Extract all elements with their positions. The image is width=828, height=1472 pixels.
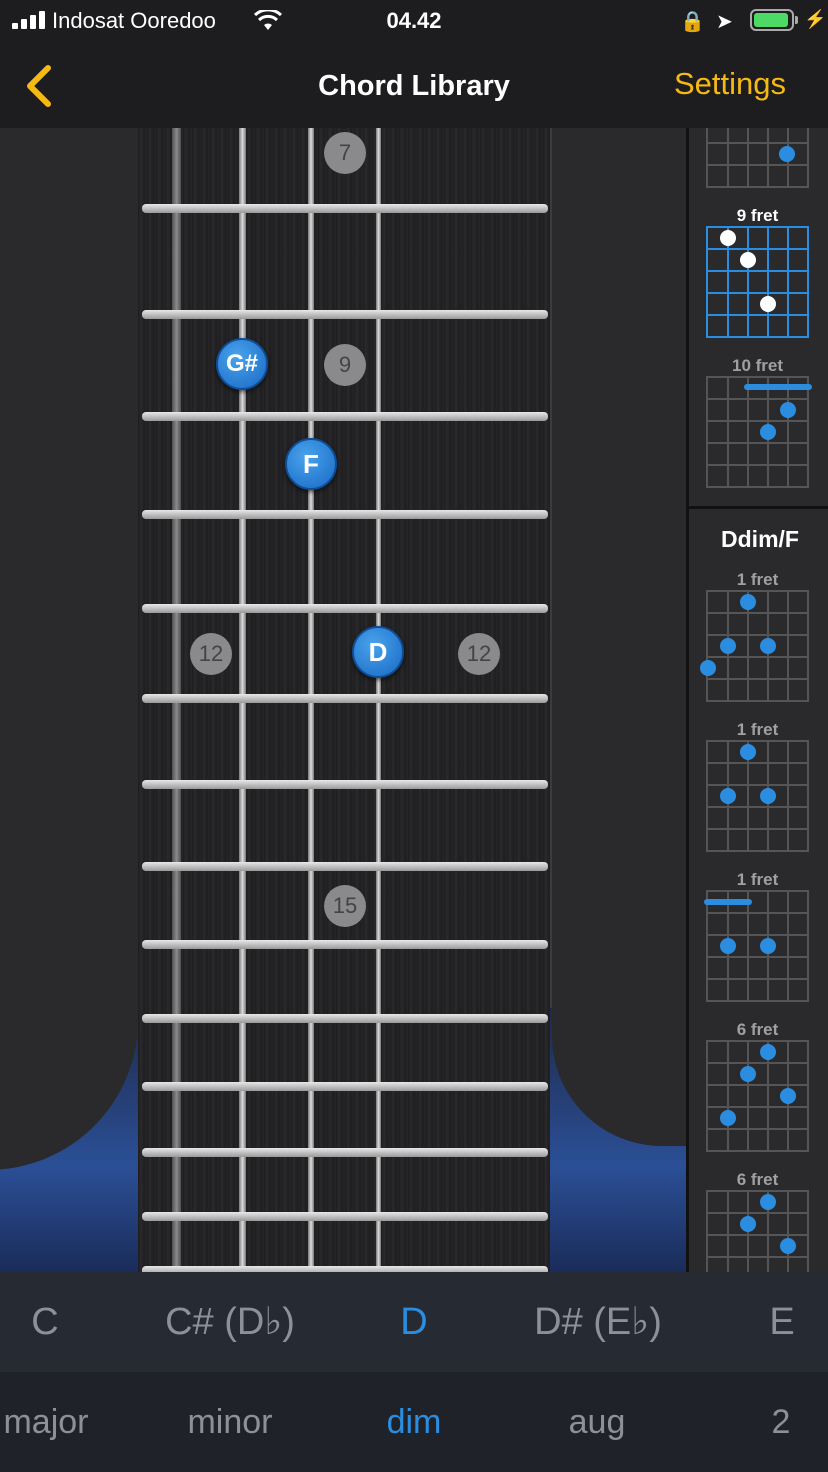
fret-wire [142,204,548,213]
diagram-fret-label: 1 fret [736,720,779,739]
fret-wire [142,1014,548,1023]
fret-wire [142,1212,548,1221]
barre-line [704,899,752,905]
key-tab-c[interactable]: C [0,1272,90,1372]
finger-dot [760,1194,776,1210]
finger-dot [780,1238,796,1254]
diagram-fret-label: 6 fret [736,1020,779,1039]
finger-dot [720,230,736,246]
note-f[interactable]: F [285,438,337,490]
chord-name: Ddim/F [721,526,799,552]
fret-wire [142,1082,548,1091]
type-tab-aug[interactable]: aug [540,1372,654,1472]
guitar-body-left [0,128,138,1170]
finger-dot [780,402,796,418]
diagram-fret-label: 10 fret [731,356,784,375]
finger-dot [760,424,776,440]
type-tab-2[interactable]: 2 [750,1372,812,1472]
type-tab-minor[interactable]: minor [160,1372,300,1472]
finger-dot [720,938,736,954]
diagram-fret-label: 9 fret [736,206,779,225]
fret-wire [142,604,548,613]
note-g-sharp[interactable]: G# [216,338,268,390]
fretboard-area: 7 9 12 12 15 G# F D [0,128,686,1272]
chord-diagram-sidebar[interactable]: 9 fret 10 fret Ddim/F 1 fret 1 fret 1 fr… [686,128,828,1272]
location-icon: ➤ [716,11,733,33]
fret-wire [142,780,548,789]
finger-dot [720,638,736,654]
fret-wire [142,1148,548,1157]
finger-dot [740,1066,756,1082]
nav-bar: Chord Library Settings [0,44,828,128]
fret-marker-12-left: 12 [190,633,232,675]
finger-dot [740,252,756,268]
fret-wire [142,862,548,871]
battery-tip [795,16,798,24]
key-tab-d[interactable]: D [364,1272,464,1372]
fret-wire [142,510,548,519]
finger-dot [740,594,756,610]
fret-wire [142,940,548,949]
chord-type-selector: major minor dim aug 2 [0,1372,828,1472]
key-selector: C C# (D♭) D D# (E♭) E [0,1272,828,1372]
finger-dot [720,1110,736,1126]
finger-dot [740,1216,756,1232]
fret-marker-15: 15 [324,885,366,927]
finger-dot [760,1044,776,1060]
type-tab-dim[interactable]: dim [354,1372,474,1472]
finger-dot [760,938,776,954]
barre-line [744,384,812,390]
finger-dot [760,788,776,804]
finger-dot [779,146,795,162]
fret-wire [142,412,548,421]
diagram-fret-label: 1 fret [736,870,779,889]
finger-dot [740,744,756,760]
battery-icon [750,9,794,31]
finger-dot [720,788,736,804]
guitar-body-right [552,128,686,1146]
finger-dot [760,638,776,654]
diagram-fret-label: 6 fret [736,1170,779,1189]
finger-dot [700,660,716,676]
type-tab-major[interactable]: major [0,1372,92,1472]
status-bar: Indosat Ooredoo 04.42 🔒 ➤ ⚡ [0,0,828,44]
diagram-fret-label: 1 fret [736,570,779,589]
key-tab-d-sharp[interactable]: D# (E♭) [500,1272,696,1372]
finger-dot [780,1088,796,1104]
fret-marker-7: 7 [324,132,366,174]
key-tab-c-sharp[interactable]: C# (D♭) [130,1272,330,1372]
note-d[interactable]: D [352,626,404,678]
fret-wire [142,694,548,703]
settings-button[interactable]: Settings [674,66,786,102]
orientation-lock-icon: 🔒 [680,11,705,33]
fret-wire [142,310,548,319]
key-tab-e[interactable]: E [740,1272,824,1372]
fret-marker-9: 9 [324,344,366,386]
finger-dot [760,296,776,312]
fret-marker-12-right: 12 [458,633,500,675]
charging-icon: ⚡ [804,9,827,29]
section-divider [689,506,828,509]
